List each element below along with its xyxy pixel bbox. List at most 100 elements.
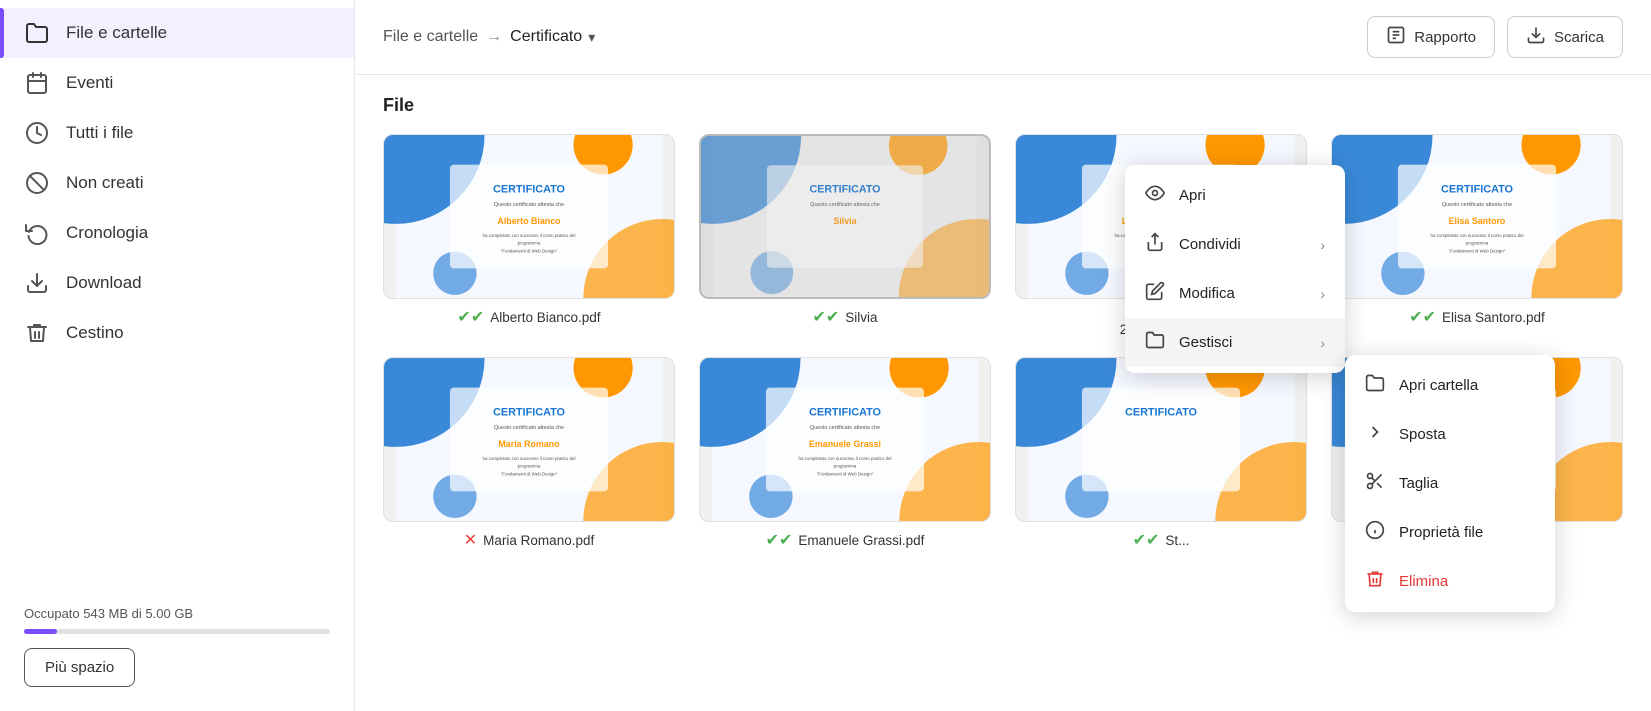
folder-open-icon [1145, 330, 1165, 355]
status-ok-icon: ✔✔ [812, 307, 839, 327]
sidebar: File e cartelle Eventi Tutti i file Non … [0, 0, 355, 711]
sidebar-item-events[interactable]: Eventi [0, 58, 354, 108]
sidebar-item-allfiles-label: Tutti i file [66, 123, 133, 143]
storage-label: Occupato 543 MB di 5.00 GB [24, 606, 330, 621]
sidebar-item-allfiles[interactable]: Tutti i file [0, 108, 354, 158]
sidebar-item-history[interactable]: Cronologia [0, 208, 354, 258]
ctx-item-share[interactable]: Condividi › [1125, 220, 1345, 269]
sidebar-item-files[interactable]: File e cartelle [0, 8, 354, 58]
file-card[interactable]: CERTIFICATO Questo certificato attesta c… [699, 357, 991, 550]
status-ok-icon: ✔✔ [1409, 307, 1436, 327]
download-icon [24, 270, 50, 296]
section-title: File [383, 95, 1623, 116]
move-icon [1365, 422, 1385, 447]
submenu-label-open-folder: Apri cartella [1399, 377, 1478, 394]
svg-text:CERTIFICATO: CERTIFICATO [1441, 183, 1513, 195]
submenu-item-delete[interactable]: Elimina [1345, 557, 1555, 606]
more-space-button[interactable]: Più spazio [24, 648, 135, 687]
chevron-right-icon: › [1320, 286, 1325, 302]
content-area: File CERTIFICATO Questo certificato atte… [355, 75, 1651, 711]
submenu-item-cut[interactable]: Taglia [1345, 459, 1555, 508]
sidebar-item-trash-label: Cestino [66, 323, 124, 343]
scarica-button[interactable]: Scarica [1507, 16, 1623, 58]
scissors-icon [1365, 471, 1385, 496]
breadcrumb-arrow: → [486, 28, 502, 46]
status-ok-icon: ✔✔ [457, 307, 484, 327]
sidebar-item-trash[interactable]: Cestino [0, 308, 354, 358]
file-name: Maria Romano.pdf [483, 533, 594, 548]
file-name-row: ✔✔ Emanuele Grassi.pdf [766, 530, 925, 550]
folder-icon [1365, 373, 1385, 398]
submenu-item-properties[interactable]: Proprietà file [1345, 508, 1555, 557]
submenu-item-open-folder[interactable]: Apri cartella [1345, 361, 1555, 410]
share-icon [1145, 232, 1165, 257]
file-thumbnail: CERTIFICATO Questo certificato attesta c… [1331, 134, 1623, 299]
breadcrumb-root[interactable]: File e cartelle [383, 28, 478, 46]
chevron-down-icon: ▾ [588, 29, 595, 46]
svg-text:ha completato con successo il: ha completato con successo il corso prat… [483, 456, 576, 461]
svg-text:Alberto Bianco: Alberto Bianco [497, 216, 561, 226]
svg-text:Elisa Santoro: Elisa Santoro [1449, 216, 1506, 226]
sidebar-item-events-label: Eventi [66, 73, 113, 93]
topbar: File e cartelle → Certificato ▾ Rapporto… [355, 0, 1651, 75]
file-name-row: ✕ Maria Romano.pdf [464, 530, 594, 550]
svg-text:ha completato con successo il: ha completato con successo il corso prat… [483, 233, 576, 238]
svg-text:CERTIFICATO: CERTIFICATO [809, 406, 881, 418]
file-thumbnail: CERTIFICATO Questo certificato attesta c… [383, 134, 675, 299]
submenu: Apri cartella Sposta Taglia Proprietà fi… [1345, 355, 1555, 612]
svg-text:Questo certificato attesta che: Questo certificato attesta che [810, 425, 880, 431]
clock-icon [24, 120, 50, 146]
eye-icon [1145, 183, 1165, 208]
ctx-label-manage: Gestisci [1179, 334, 1232, 351]
chevron-right-icon: › [1320, 335, 1325, 351]
file-thumbnail: CERTIFICATO Questo certificato attesta c… [699, 134, 991, 299]
svg-text:"Fondamenti di Web Design": "Fondamenti di Web Design" [501, 249, 558, 254]
ctx-item-edit[interactable]: Modifica › [1125, 269, 1345, 318]
rapporto-label: Rapporto [1414, 29, 1476, 46]
edit-icon [1145, 281, 1165, 306]
file-name-row: ✔✔ Silvia [812, 307, 877, 327]
scarica-label: Scarica [1554, 29, 1604, 46]
svg-text:CERTIFICATO: CERTIFICATO [493, 406, 565, 418]
file-card[interactable]: CERTIFICATO Questo certificato attesta c… [383, 357, 675, 550]
svg-text:programma: programma [518, 464, 541, 469]
rapporto-button[interactable]: Rapporto [1367, 16, 1495, 58]
topbar-actions: Rapporto Scarica [1367, 16, 1623, 58]
storage-bar-fill [24, 629, 57, 634]
breadcrumb: File e cartelle → Certificato ▾ [383, 28, 1357, 46]
trash-icon [24, 320, 50, 346]
ctx-label-open: Apri [1179, 187, 1206, 204]
file-thumbnail: CERTIFICATO Questo certificato attesta c… [699, 357, 991, 522]
status-ok-icon: ✔✔ [1133, 530, 1160, 550]
file-name-row: ✔✔ St... [1133, 530, 1190, 550]
sidebar-item-notcreated[interactable]: Non creati [0, 158, 354, 208]
sidebar-item-download[interactable]: Download [0, 258, 354, 308]
file-name: Alberto Bianco.pdf [490, 310, 600, 325]
file-name: Elisa Santoro.pdf [1442, 310, 1545, 325]
submenu-item-move[interactable]: Sposta [1345, 410, 1555, 459]
breadcrumb-current[interactable]: Certificato ▾ [510, 28, 595, 46]
sidebar-item-notcreated-label: Non creati [66, 173, 143, 193]
file-card-selected[interactable]: CERTIFICATO Questo certificato attesta c… [699, 134, 991, 337]
svg-text:Silvia: Silvia [834, 216, 857, 226]
svg-text:ha completato con successo il: ha completato con successo il corso prat… [1431, 233, 1524, 238]
file-card[interactable]: CERTIFICATO ✔✔ St... [1015, 357, 1307, 550]
file-card[interactable]: CERTIFICATO Questo certificato attesta c… [383, 134, 675, 337]
file-name-row: ✔✔ Alberto Bianco.pdf [457, 307, 600, 327]
file-name-row: ✔✔ Elisa Santoro.pdf [1409, 307, 1545, 327]
svg-text:Questo certificato attesta che: Questo certificato attesta che [494, 202, 564, 208]
file-name: St... [1165, 533, 1189, 548]
svg-text:ha completato con successo il: ha completato con successo il corso prat… [799, 456, 892, 461]
status-error-icon: ✕ [464, 530, 477, 550]
info-icon [1365, 520, 1385, 545]
svg-text:Questo certificato attesta che: Questo certificato attesta che [810, 202, 879, 208]
ctx-item-open[interactable]: Apri [1125, 171, 1345, 220]
file-thumbnail: CERTIFICATO Questo certificato attesta c… [383, 357, 675, 522]
file-name: Silvia [845, 310, 877, 325]
delete-trash-icon [1365, 569, 1385, 594]
svg-text:Maria Romano: Maria Romano [498, 439, 560, 449]
file-card[interactable]: CERTIFICATO Questo certificato attesta c… [1331, 134, 1623, 337]
svg-text:CERTIFICATO: CERTIFICATO [809, 184, 880, 196]
ctx-item-manage[interactable]: Gestisci › [1125, 318, 1345, 367]
rapporto-icon [1386, 25, 1406, 49]
